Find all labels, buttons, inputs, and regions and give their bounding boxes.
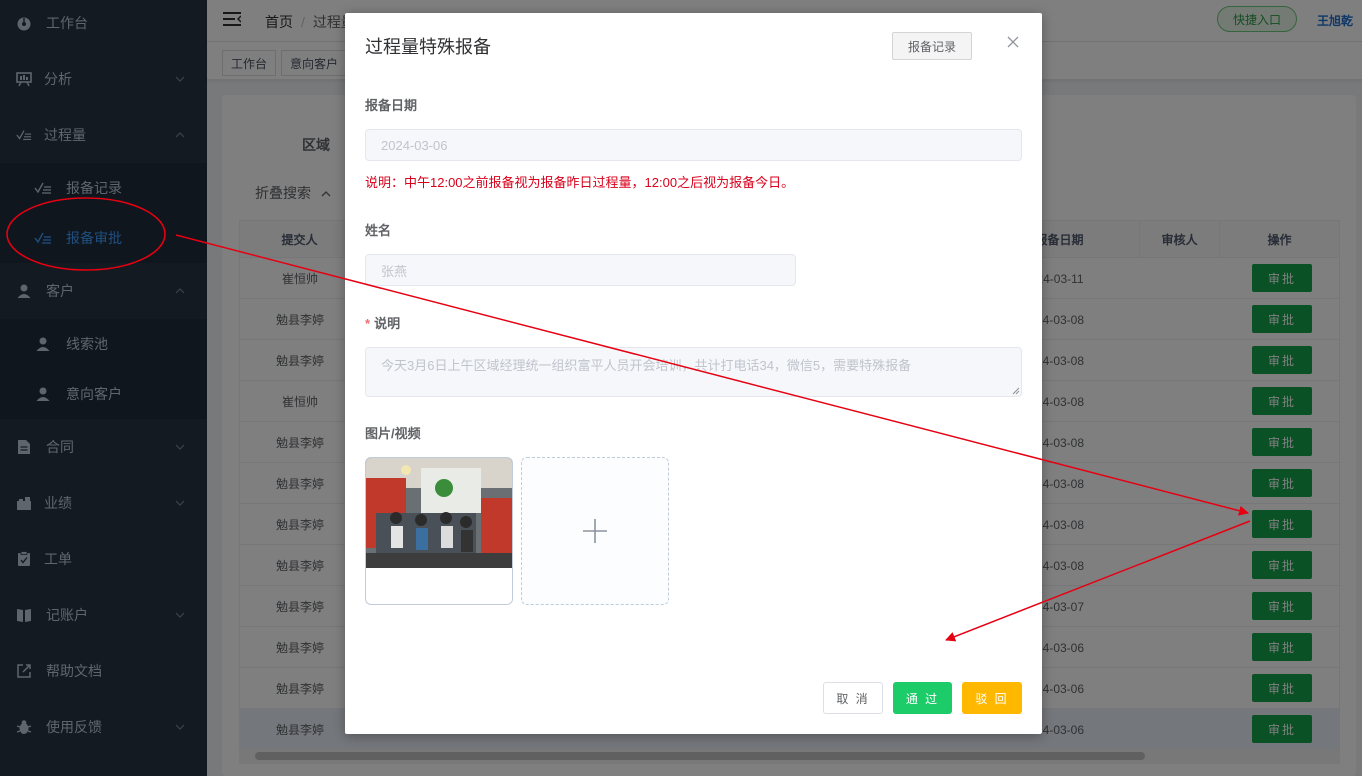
description-label: * 说明 xyxy=(365,313,400,332)
description-textarea[interactable]: 今天3月6日上午区域经理统一组织富平人员开会培训，共计打电话34，微信5，需要特… xyxy=(365,347,1022,397)
reject-button[interactable]: 驳 回 xyxy=(962,682,1022,714)
plus-icon xyxy=(583,519,607,543)
cancel-button[interactable]: 取 消 xyxy=(823,682,883,714)
close-icon[interactable] xyxy=(1006,35,1020,49)
name-label: 姓名 xyxy=(365,223,392,238)
upload-button[interactable] xyxy=(521,457,669,605)
report-date-label: 报备日期 xyxy=(365,98,418,113)
special-report-dialog: 过程量特殊报备 报备记录 报备日期 2024-03-06 说明：中午12:00之… xyxy=(345,13,1042,734)
resize-handle-icon[interactable] xyxy=(1012,387,1020,395)
report-date-input[interactable]: 2024-03-06 xyxy=(365,129,1022,161)
media-label: 图片/视频 xyxy=(365,426,421,441)
name-input[interactable]: 张燕 xyxy=(365,254,796,286)
description-label-text: 说明 xyxy=(374,316,401,331)
uploaded-image-thumbnail[interactable] xyxy=(365,457,513,605)
required-mark: * xyxy=(365,316,371,331)
dialog-title: 过程量特殊报备 xyxy=(365,37,491,57)
report-time-note: 说明：中午12:00之前报备视为报备昨日过程量，12:00之后视为报备今日。 xyxy=(365,175,795,190)
approve-pass-button[interactable]: 通 过 xyxy=(893,682,952,714)
meeting-photo xyxy=(366,458,512,568)
report-records-button[interactable]: 报备记录 xyxy=(892,32,972,60)
